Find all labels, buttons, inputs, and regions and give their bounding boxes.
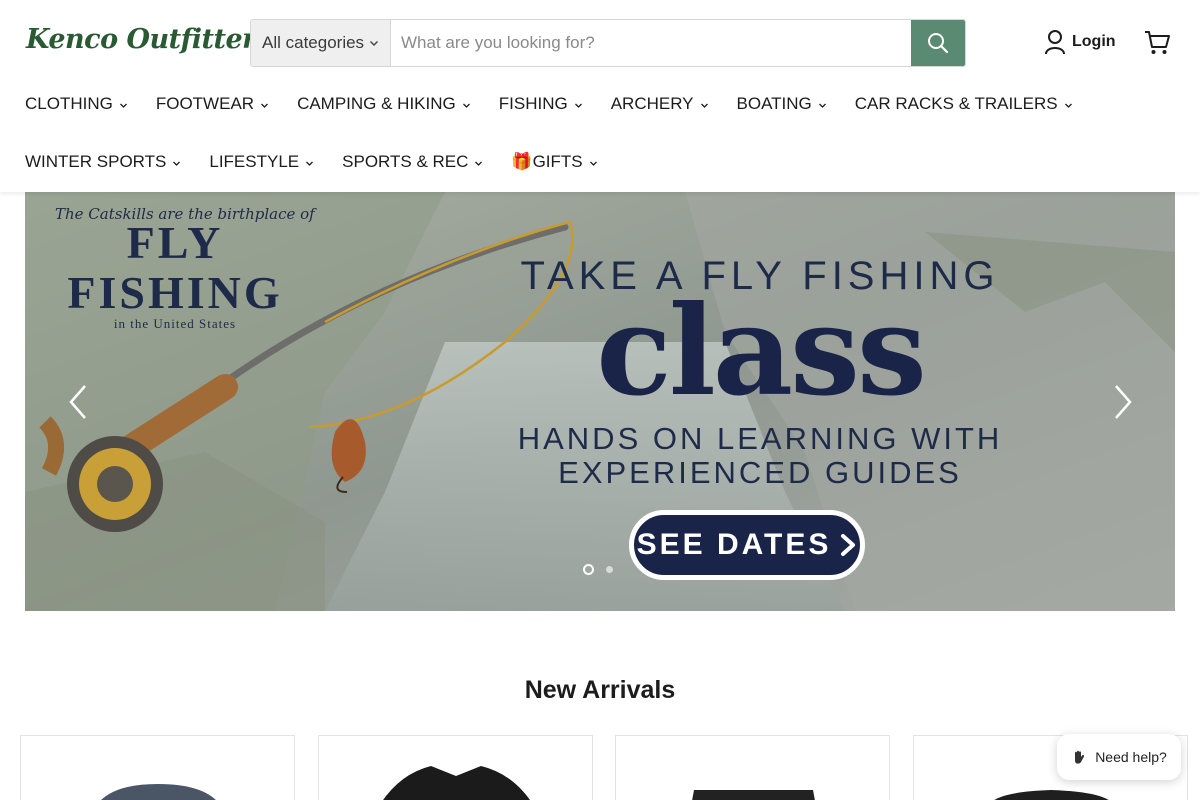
- carousel-previous-arrow-icon[interactable]: [63, 382, 93, 422]
- chevron-down-icon: [173, 161, 181, 166]
- product-card[interactable]: [20, 735, 295, 800]
- nav-item-label: CAMPING & HIKING: [297, 94, 456, 113]
- need-help-label: Need help?: [1095, 749, 1167, 765]
- nav-item-winter-sports[interactable]: WINTER SPORTS: [25, 152, 181, 172]
- nav-item-label: ARCHERY: [610, 94, 694, 113]
- nav-item-fishing[interactable]: FISHING: [499, 94, 583, 114]
- section-title-new-arrivals: New Arrivals: [524, 676, 676, 704]
- banner-fly-text: FLY: [126, 217, 224, 268]
- need-help-button[interactable]: Need help?: [1057, 734, 1181, 780]
- nav-item-label: 🎁GIFTS: [511, 152, 583, 171]
- nav-item-label: LIFESTYLE: [209, 152, 300, 171]
- chevron-right-icon: [841, 534, 856, 556]
- product-card[interactable]: [318, 735, 593, 800]
- site-logo[interactable]: Kenco Outfitters®: [26, 24, 277, 64]
- chevron-down-icon: [475, 161, 483, 166]
- nav-item-camping-hiking[interactable]: CAMPING & HIKING: [297, 94, 471, 114]
- nav-item-label: FOOTWEAR: [155, 94, 255, 113]
- see-dates-label: SEE DATES: [636, 528, 832, 561]
- nav-item-label: CLOTHING: [25, 94, 113, 113]
- login-label: Login: [1072, 33, 1116, 50]
- chevron-down-icon: [700, 103, 708, 108]
- nav-item-label: SPORTS & REC: [342, 152, 469, 171]
- banner-subheadline-line-2: EXPERIENCED GUIDES: [558, 455, 962, 490]
- nav-item-gifts[interactable]: 🎁GIFTS: [511, 152, 597, 172]
- product-card[interactable]: [615, 735, 890, 800]
- chevron-down-icon: [370, 41, 378, 46]
- product-image-shirt: [692, 790, 815, 800]
- site-header: Kenco Outfitters® All categories Login C…: [0, 0, 1200, 192]
- hand-wave-icon: [1075, 750, 1085, 764]
- carousel-dot[interactable]: [606, 566, 613, 573]
- chevron-down-icon: [306, 161, 314, 166]
- nav-item-lifestyle[interactable]: LIFESTYLE: [209, 152, 314, 172]
- category-select-label: All categories: [262, 33, 365, 52]
- logo-text: Kenco Outfitters: [26, 24, 271, 55]
- banner-subheadline: HANDS ON LEARNING WITH EXPERIENCED GUIDE…: [480, 422, 1040, 490]
- hero-banner[interactable]: The Catskills are the birthplace of FLY …: [25, 192, 1175, 611]
- main-nav-row-2: WINTER SPORTS LIFESTYLE SPORTS & REC 🎁GI…: [25, 152, 598, 172]
- nav-item-label: FISHING: [498, 94, 568, 113]
- chevron-down-icon: [462, 103, 470, 108]
- search-input[interactable]: [391, 20, 911, 66]
- search-bar: All categories: [250, 19, 966, 67]
- search-button[interactable]: [911, 20, 965, 66]
- user-icon: [1045, 30, 1065, 55]
- nav-item-clothing[interactable]: CLOTHING: [25, 94, 128, 114]
- carousel-dot-active[interactable]: [583, 564, 594, 575]
- banner-fishing-text: FISHING: [67, 267, 283, 318]
- main-nav-row-1: CLOTHING FOOTWEAR CAMPING & HIKING FISHI…: [25, 94, 1073, 114]
- banner-subheadline-line-1: HANDS ON LEARNING WITH: [517, 421, 1003, 456]
- nav-item-label: WINTER SPORTS: [25, 152, 167, 171]
- nav-item-car-racks-trailers[interactable]: CAR RACKS & TRAILERS: [855, 94, 1073, 114]
- carousel-dots: [583, 564, 613, 575]
- search-icon: [928, 33, 949, 54]
- nav-item-label: BOATING: [736, 94, 812, 113]
- chevron-down-icon: [574, 103, 582, 108]
- nav-item-footwear[interactable]: FOOTWEAR: [156, 94, 269, 114]
- chevron-down-icon: [818, 103, 826, 108]
- login-link[interactable]: Login: [1044, 29, 1116, 55]
- nav-item-label: CAR RACKS & TRAILERS: [854, 94, 1058, 113]
- chevron-down-icon: [119, 103, 127, 108]
- cart-button[interactable]: [1143, 28, 1171, 56]
- product-image-jacket: [383, 766, 530, 800]
- chevron-down-icon: [261, 103, 269, 108]
- banner-class-word: class: [596, 279, 927, 424]
- nav-item-boating[interactable]: BOATING: [737, 94, 827, 114]
- product-image-cap: [101, 784, 216, 800]
- carousel-next-arrow-icon[interactable]: [1108, 382, 1138, 422]
- cart-icon: [1145, 31, 1170, 54]
- nav-item-archery[interactable]: ARCHERY: [611, 94, 709, 114]
- category-select[interactable]: All categories: [251, 20, 391, 66]
- chevron-down-icon: [589, 161, 597, 166]
- nav-item-sports-rec[interactable]: SPORTS & REC: [342, 152, 483, 172]
- banner-us-line: in the United States: [113, 316, 237, 331]
- see-dates-button[interactable]: SEE DATES: [629, 510, 865, 580]
- chevron-down-icon: [1064, 103, 1072, 108]
